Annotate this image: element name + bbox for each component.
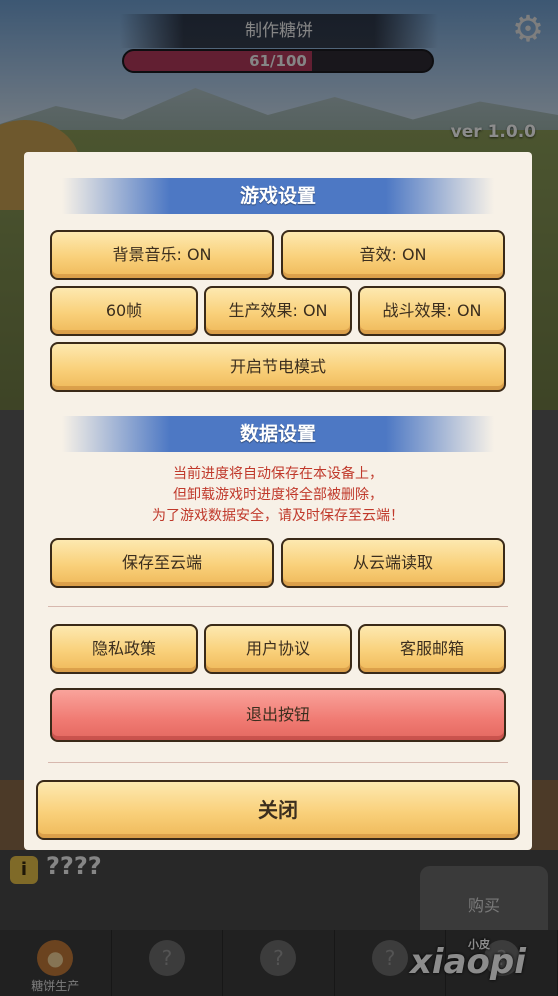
- divider: [48, 762, 508, 763]
- sfx-toggle-button[interactable]: 音效: ON: [281, 230, 505, 280]
- user-agreement-button[interactable]: 用户协议: [204, 624, 352, 674]
- production-effect-button[interactable]: 生产效果: ON: [204, 286, 352, 336]
- exit-button[interactable]: 退出按钮: [50, 688, 506, 742]
- battle-effect-button[interactable]: 战斗效果: ON: [358, 286, 506, 336]
- save-notice: 当前进度将自动保存在本设备上， 但卸载游戏时进度将全部被删除， 为了游戏数据安全…: [48, 464, 508, 527]
- load-from-cloud-button[interactable]: 从云端读取: [281, 538, 505, 588]
- fps-button[interactable]: 60帧: [50, 286, 198, 336]
- close-button[interactable]: 关闭: [36, 780, 520, 840]
- privacy-policy-button[interactable]: 隐私政策: [50, 624, 198, 674]
- settings-panel: 游戏设置 背景音乐: ON 音效: ON 60帧 生产效果: ON 战斗效果: …: [24, 152, 532, 850]
- notice-line: 当前进度将自动保存在本设备上，: [173, 466, 383, 482]
- game-settings-header: 游戏设置: [62, 178, 494, 214]
- support-email-button[interactable]: 客服邮箱: [358, 624, 506, 674]
- data-settings-header: 数据设置: [62, 416, 494, 452]
- notice-line: 但卸载游戏时进度将全部被删除，: [173, 487, 383, 503]
- bgm-toggle-button[interactable]: 背景音乐: ON: [50, 230, 274, 280]
- save-to-cloud-button[interactable]: 保存至云端: [50, 538, 274, 588]
- notice-line: 为了游戏数据安全，请及时保存至云端！: [152, 508, 404, 524]
- divider: [48, 606, 508, 607]
- power-saving-button[interactable]: 开启节电模式: [50, 342, 506, 392]
